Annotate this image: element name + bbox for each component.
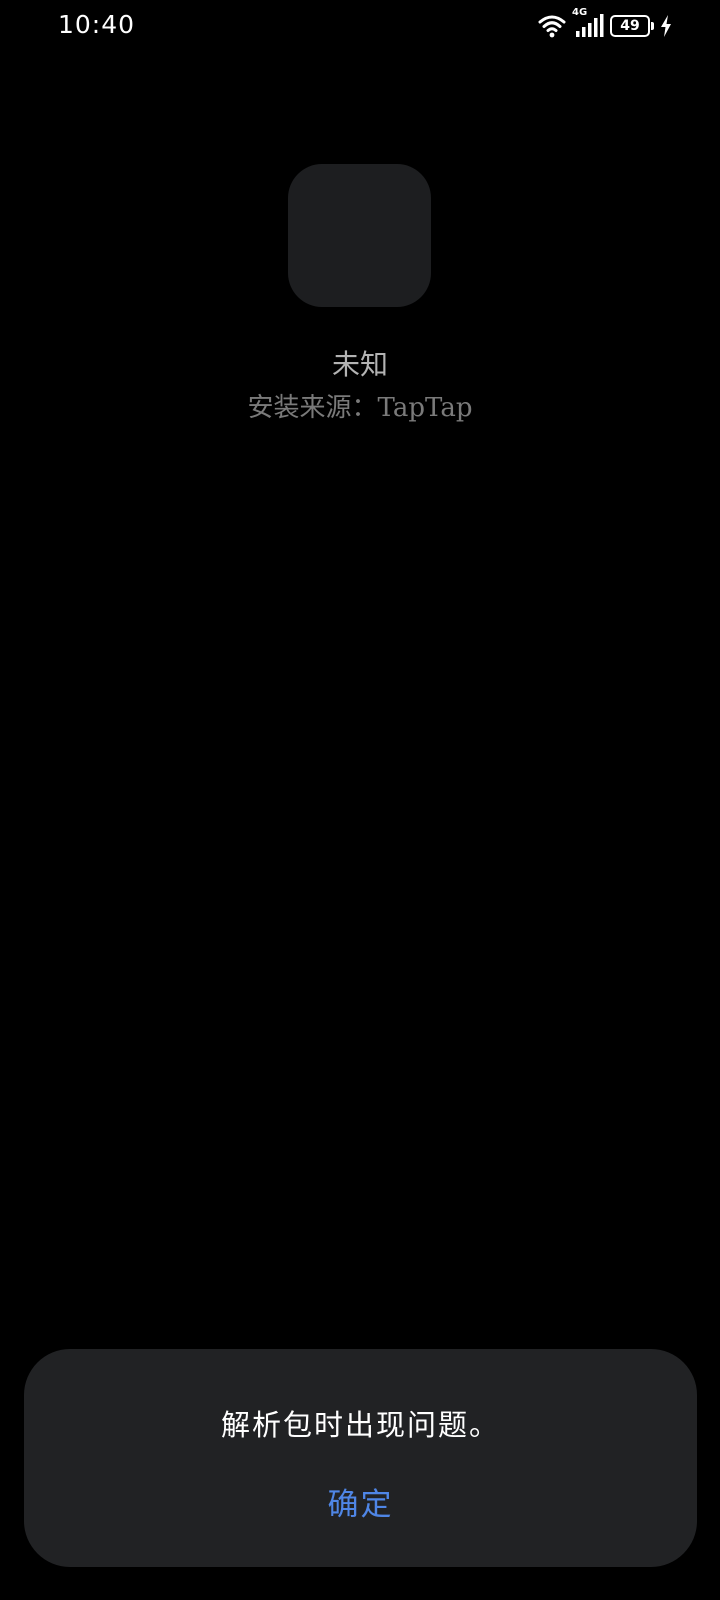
app-name: 未知 (331, 348, 388, 381)
install-source: 安装来源：TapTap (247, 393, 473, 423)
app-icon-placeholder (288, 164, 431, 307)
signal-icon: 4G (572, 7, 604, 39)
status-time: 10:40 (58, 10, 136, 39)
status-bar: 10:40 4G 49 (0, 0, 720, 52)
error-dialog: 解析包时出现问题。 确定 (24, 1349, 697, 1567)
confirm-button[interactable]: 确定 (312, 1475, 410, 1528)
wifi-icon (538, 14, 566, 38)
status-icons: 4G 49 (538, 7, 672, 40)
dialog-message: 解析包时出现问题。 (220, 1408, 500, 1442)
battery-icon: 49 (610, 15, 654, 37)
battery-level: 49 (620, 18, 640, 34)
network-type-label: 4G (572, 7, 588, 18)
charging-icon (660, 15, 672, 37)
